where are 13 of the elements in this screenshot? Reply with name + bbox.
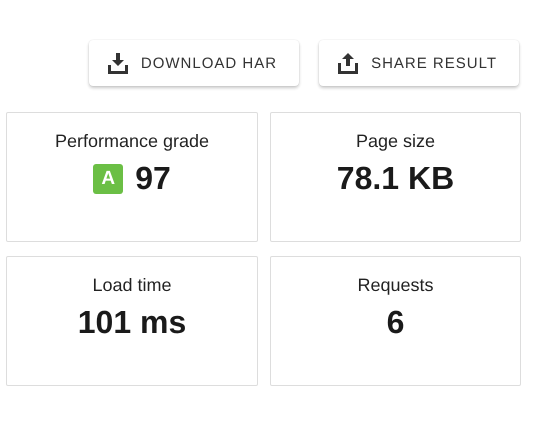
metric-value: 6 <box>386 304 404 341</box>
metric-value: 97 <box>135 160 171 197</box>
upload-icon <box>337 52 360 74</box>
metric-label: Load time <box>92 275 172 296</box>
metric-label: Performance grade <box>54 131 210 152</box>
metric-label: Page size <box>356 131 436 152</box>
metric-value: 78.1 KB <box>336 160 454 197</box>
metric-label: Requests <box>357 275 434 296</box>
grade-badge: A <box>93 164 124 194</box>
download-button[interactable]: DOWNLOAD HAR <box>88 40 300 86</box>
metric-value: 101 ms <box>78 304 186 341</box>
share-button[interactable]: SHARE RESULT <box>319 40 519 86</box>
download-icon <box>106 52 129 74</box>
